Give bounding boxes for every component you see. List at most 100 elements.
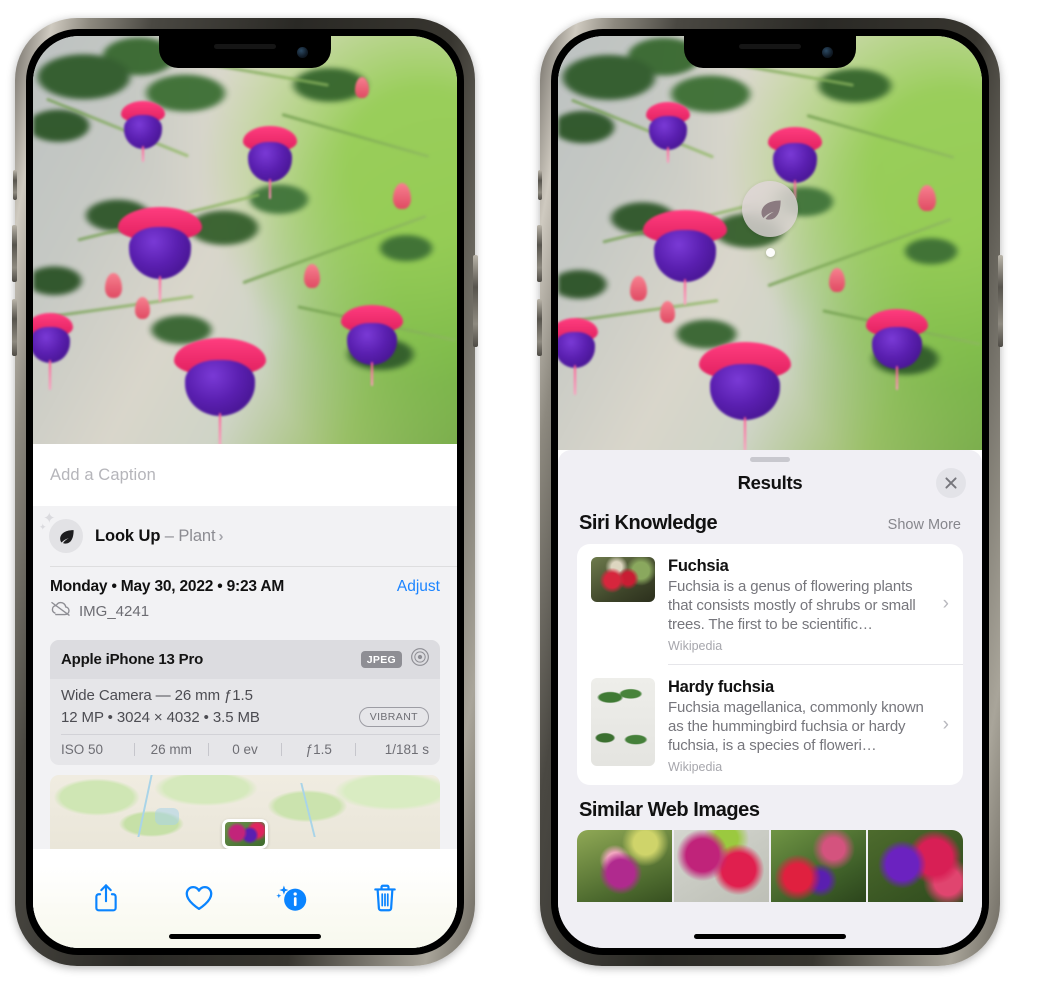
notch [684,36,856,68]
result-thumbnail [591,678,655,766]
exif-card[interactable]: Apple iPhone 13 Pro JPEG Wide Camera — 2… [50,640,440,765]
power-button[interactable] [473,255,478,347]
format-badge: JPEG [360,651,402,668]
filename: IMG_4241 [79,603,150,620]
volume-up-button[interactable] [537,225,542,282]
heart-icon [185,886,212,911]
results-header: Results [558,462,982,504]
exif-detail-row: 12 MP • 3024 × 4032 • 3.5 MB VIBRANT [61,707,429,727]
similar-web-images-header: Similar Web Images [558,785,982,830]
lens-info: Wide Camera — 26 mm ƒ1.5 [61,687,253,704]
chevron-right-icon: › [942,593,949,614]
capture-date: Monday • May 30, 2022 • 9:23 AM [50,578,285,595]
photo-viewer-right[interactable] [558,36,982,450]
similar-web-images-strip[interactable] [577,830,963,902]
map-waterway [137,775,153,837]
home-indicator[interactable] [694,934,846,939]
look-up-dash: – [160,526,179,545]
icloud-slash-icon [50,601,71,622]
result-text: Hardy fuchsia Fuchsia magellanica, commo… [668,678,951,774]
visual-look-up-badge[interactable] [742,181,798,237]
stat-aperture: ƒ1.5 [305,742,332,757]
info-sparkle-icon [275,885,306,911]
result-description: Fuchsia magellanica, commonly known as t… [668,699,924,754]
trash-icon [373,884,396,912]
web-image-thumbnail[interactable] [868,830,963,902]
metadata-top-row: Monday • May 30, 2022 • 9:23 AM Adjust [50,578,440,596]
stat-focal: 26 mm [150,742,192,757]
chevron-right-icon: › [942,714,949,735]
knowledge-result-row[interactable]: Fuchsia Fuchsia is a genus of flowering … [577,544,963,664]
share-icon [94,884,117,912]
look-up-icon-group: ✦ ✦ [39,511,83,553]
sparkle-small-icon: ✦ [39,522,47,532]
right-phone-bezel: Results Siri Knowledge Show More Fuchsia… [551,29,989,955]
photo-location-pin[interactable] [222,819,268,849]
caption-placeholder: Add a Caption [50,465,156,484]
exif-body: Wide Camera — 26 mm ƒ1.5 12 MP • 3024 × … [50,679,440,734]
look-up-subject: Plant [178,526,216,545]
adjust-button[interactable]: Adjust [397,578,440,596]
close-icon [945,477,957,489]
home-indicator[interactable] [169,934,321,939]
web-image-thumbnail[interactable] [674,830,769,902]
photo-viewer-left[interactable] [33,36,457,444]
map-waterway [300,783,317,837]
left-phone-bezel: Add a Caption ✦ ✦ Look Up – Plant › Mond… [26,29,464,955]
look-up-title: Look Up [95,526,161,545]
leaf-icon [761,200,781,220]
volume-up-button[interactable] [12,225,17,282]
left-phone-device: Add a Caption ✦ ✦ Look Up – Plant › Mond… [12,18,478,966]
result-source: Wikipedia [668,760,723,774]
aperture-icon [410,647,430,672]
mute-switch[interactable] [538,170,542,200]
leaf-icon [49,519,83,553]
caption-field-row[interactable]: Add a Caption [33,444,457,506]
section-title: Siri Knowledge [579,512,718,534]
visual-look-up-anchor-dot [765,248,775,257]
flower-bud [659,300,675,323]
delete-button[interactable] [338,883,431,913]
close-button[interactable] [936,468,966,498]
metadata-block: Monday • May 30, 2022 • 9:23 AM Adjust I… [33,567,457,631]
image-details: 12 MP • 3024 × 4032 • 3.5 MB [61,708,260,726]
right-phone-screen: Results Siri Knowledge Show More Fuchsia… [558,36,982,948]
web-image-thumbnail[interactable] [771,830,866,902]
siri-knowledge-header: Siri Knowledge Show More [558,504,982,544]
look-up-row[interactable]: ✦ ✦ Look Up – Plant › [33,506,457,566]
filename-row: IMG_4241 [50,601,440,622]
power-button[interactable] [998,255,1003,347]
favorite-button[interactable] [152,884,245,912]
front-camera-icon [822,47,833,58]
result-title: Hardy fuchsia [668,678,774,696]
exif-header-right: JPEG [360,647,430,672]
show-more-button[interactable]: Show More [888,517,961,533]
location-map[interactable] [50,775,440,849]
volume-down-button[interactable] [12,299,17,356]
left-phone-screen: Add a Caption ✦ ✦ Look Up – Plant › Mond… [33,36,457,948]
chevron-right-icon: › [218,527,224,545]
stat-iso: ISO 50 [61,742,104,757]
volume-down-button[interactable] [537,299,542,356]
mute-switch[interactable] [13,170,17,200]
camera-device-name: Apple iPhone 13 Pro [61,651,204,668]
right-phone-device: Results Siri Knowledge Show More Fuchsia… [537,18,1003,966]
web-image-thumbnail[interactable] [577,830,672,902]
exif-stats-row: ISO 50 26 mm 0 ev ƒ1.5 1/181 s [50,735,440,765]
result-source: Wikipedia [668,639,723,653]
result-text: Fuchsia Fuchsia is a genus of flowering … [668,557,951,653]
siri-knowledge-card-list: Fuchsia Fuchsia is a genus of flowering … [577,544,963,785]
sheet-title: Results [737,472,803,493]
knowledge-result-row[interactable]: Hardy fuchsia Fuchsia magellanica, commo… [577,665,963,785]
map-lake [155,808,180,825]
share-button[interactable] [59,883,152,913]
results-sheet: Results Siri Knowledge Show More Fuchsia… [558,450,982,948]
stat-exposure: 0 ev [232,742,258,757]
flower-bud [630,276,648,302]
exif-header: Apple iPhone 13 Pro JPEG [50,640,440,679]
pin-thumbnail [225,822,265,846]
look-up-block: ✦ ✦ Look Up – Plant › Monday • May 30, 2… [33,506,457,849]
result-title: Fuchsia [668,557,729,575]
info-button[interactable] [245,883,338,913]
earpiece-speaker [739,44,801,49]
